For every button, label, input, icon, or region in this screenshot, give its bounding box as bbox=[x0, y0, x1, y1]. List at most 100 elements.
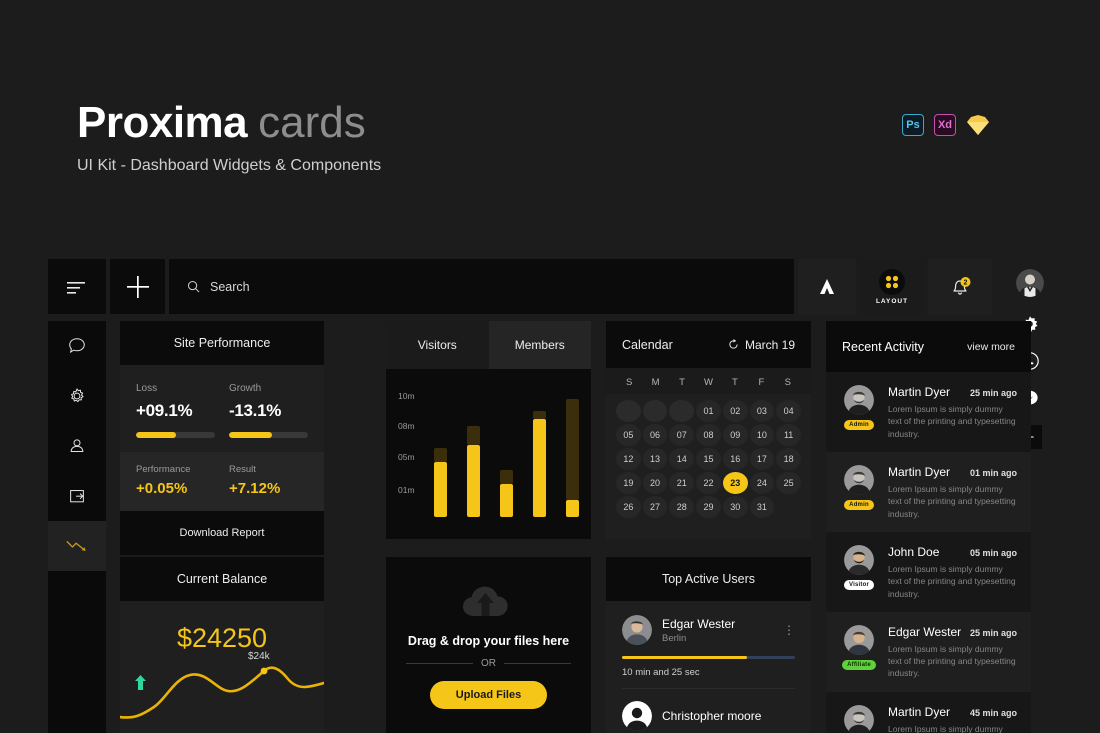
software-badges: Ps Xd bbox=[902, 114, 990, 136]
calendar-day[interactable]: 02 bbox=[722, 400, 748, 422]
top-user-name-2: Christopher moore bbox=[662, 709, 762, 723]
column-four: Recent Activity view more Admin Martin Dy… bbox=[826, 321, 1031, 733]
calendar-day[interactable]: 21 bbox=[669, 472, 695, 494]
notifications-button[interactable]: 2 bbox=[928, 259, 992, 314]
activity-item[interactable]: Admin Martin Dyer 25 min ago Lorem Ipsum is… bbox=[826, 372, 1031, 452]
sidebar-item-chat[interactable] bbox=[48, 321, 106, 371]
bar-1-fill bbox=[434, 461, 447, 517]
calendar-day[interactable]: 22 bbox=[696, 472, 721, 494]
top-bar: Search LAYOUT 2 bbox=[48, 259, 992, 314]
sidebar-item-logout[interactable] bbox=[48, 471, 106, 521]
user-icon bbox=[70, 439, 84, 452]
left-sidebar bbox=[48, 321, 106, 733]
avatar bbox=[844, 464, 874, 495]
activity-avatar-block: Visitor bbox=[840, 544, 878, 600]
calendar-month-selector[interactable]: March 19 bbox=[728, 338, 795, 352]
activity-item[interactable]: Admin Martin Dyer 01 min ago Lorem Ipsum is… bbox=[826, 451, 1031, 532]
calendar-day[interactable]: 04 bbox=[776, 400, 801, 422]
bar-3-fill bbox=[500, 483, 513, 517]
activity-item[interactable]: Admin Martin Dyer 45 min ago Lorem Ipsum is… bbox=[826, 692, 1031, 733]
avatar bbox=[844, 385, 874, 415]
calendar-day[interactable]: 12 bbox=[616, 448, 641, 470]
calendar-day[interactable]: 27 bbox=[642, 496, 668, 518]
calendar-day[interactable]: 30 bbox=[722, 496, 748, 518]
bar-3 bbox=[500, 470, 513, 517]
rail-avatar[interactable] bbox=[1016, 269, 1044, 297]
activity-body: Martin Dyer 25 min ago Lorem Ipsum is simp… bbox=[888, 385, 1017, 440]
calendar-day[interactable]: 18 bbox=[776, 448, 801, 470]
activity-text: Lorem Ipsum is simply dummy text of the … bbox=[888, 483, 1016, 519]
calendar-day[interactable]: 05 bbox=[616, 424, 641, 446]
hamburger-icon bbox=[67, 281, 85, 294]
dow-thu: T bbox=[732, 377, 738, 388]
y-tick-10m: 10m bbox=[398, 391, 415, 401]
calendar-day[interactable]: 29 bbox=[696, 496, 721, 518]
activity-avatar-block: Affiliate bbox=[840, 624, 878, 680]
calendar-day[interactable]: 03 bbox=[749, 400, 775, 422]
calendar-day[interactable]: 16 bbox=[722, 448, 748, 470]
menu-button[interactable] bbox=[48, 259, 106, 314]
calendar-day[interactable]: 08 bbox=[696, 424, 721, 446]
column-three: Calendar March 19 S M T W T F S 01 02 03… bbox=[606, 321, 811, 733]
download-report-button[interactable]: Download Report bbox=[120, 511, 324, 555]
calendar-day[interactable]: 06 bbox=[642, 424, 668, 446]
sidebar-item-settings[interactable] bbox=[48, 371, 106, 421]
dow-sun: S bbox=[626, 377, 633, 388]
bar-4 bbox=[533, 410, 546, 517]
activity-item[interactable]: Visitor John Doe 05 min ago Lorem Ipsum is … bbox=[826, 532, 1031, 612]
drive-icon bbox=[820, 278, 834, 294]
activity-body: Martin Dyer 45 min ago Lorem Ipsum is simp… bbox=[888, 705, 1017, 733]
metric-result: Result +7.12% bbox=[229, 464, 308, 497]
avatar bbox=[844, 704, 874, 733]
add-button[interactable] bbox=[110, 259, 165, 314]
activity-body: Martin Dyer 01 min ago Lorem Ipsum is simp… bbox=[888, 465, 1017, 520]
calendar-day[interactable]: 31 bbox=[749, 496, 775, 518]
upload-card[interactable]: Drag & drop your files here OR Upload Fi… bbox=[386, 557, 591, 733]
site-performance-metrics: Loss +09.1% Growth -13.1% bbox=[120, 365, 324, 452]
status-badge: Affiliate bbox=[842, 659, 876, 670]
drive-button[interactable] bbox=[798, 259, 856, 314]
calendar-day[interactable]: 09 bbox=[722, 424, 748, 446]
tab-visitors[interactable]: Visitors bbox=[386, 321, 489, 369]
kebab-menu-icon[interactable]: ⋮ bbox=[783, 624, 795, 636]
calendar-day[interactable]: 11 bbox=[776, 424, 801, 446]
calendar-day[interactable]: 17 bbox=[749, 448, 775, 470]
calendar-day[interactable]: 10 bbox=[749, 424, 775, 446]
sidebar-item-analytics[interactable] bbox=[48, 521, 106, 571]
bar-2-ghost bbox=[467, 426, 480, 445]
chat-bubble-icon bbox=[69, 338, 85, 354]
layout-button[interactable]: LAYOUT bbox=[860, 259, 924, 314]
calendar-day[interactable]: 24 bbox=[749, 472, 775, 494]
calendar-day[interactable]: 19 bbox=[616, 472, 641, 494]
activity-item[interactable]: Affiliate Edgar Wester 25 min ago Lorem Ips… bbox=[826, 611, 1031, 692]
calendar-day[interactable]: 25 bbox=[776, 472, 801, 494]
or-label: OR bbox=[481, 657, 496, 669]
avatar bbox=[844, 544, 874, 575]
search-input[interactable]: Search bbox=[169, 259, 794, 314]
calendar-day[interactable]: 23 bbox=[722, 472, 748, 494]
calendar-day[interactable]: 28 bbox=[669, 496, 695, 518]
calendar-day[interactable]: 07 bbox=[669, 424, 695, 446]
activity-body: John Doe 05 min ago Lorem Ipsum is simply … bbox=[888, 545, 1017, 600]
upload-files-button[interactable]: Upload Files bbox=[429, 680, 548, 709]
site-performance-title: Site Performance bbox=[173, 336, 271, 350]
activity-top: Martin Dyer 25 min ago bbox=[888, 385, 1017, 399]
calendar-day[interactable]: 20 bbox=[642, 472, 668, 494]
sidebar-item-profile[interactable] bbox=[48, 421, 106, 471]
current-balance-header: Current Balance bbox=[120, 557, 324, 601]
bar-5 bbox=[566, 399, 579, 517]
calendar-day[interactable]: 15 bbox=[696, 448, 721, 470]
activity-top: Martin Dyer 45 min ago bbox=[888, 705, 1017, 719]
activity-timestamp: 05 min ago bbox=[969, 547, 1017, 558]
y-tick-01m: 01m bbox=[398, 485, 415, 495]
calendar-day[interactable]: 14 bbox=[669, 448, 695, 470]
top-user-avatar-2 bbox=[622, 701, 652, 731]
calendar-day[interactable]: 13 bbox=[642, 448, 668, 470]
calendar-day[interactable]: 26 bbox=[616, 496, 641, 518]
top-user-time: 10 min and 25 sec bbox=[622, 667, 700, 678]
tab-members[interactable]: Members bbox=[488, 321, 591, 369]
calendar-day[interactable]: 01 bbox=[696, 400, 721, 422]
activity-timestamp: 25 min ago bbox=[969, 388, 1017, 398]
view-more-link[interactable]: view more bbox=[967, 341, 1015, 353]
top-user-head: Edgar Wester Berlin ⋮ bbox=[622, 615, 795, 645]
